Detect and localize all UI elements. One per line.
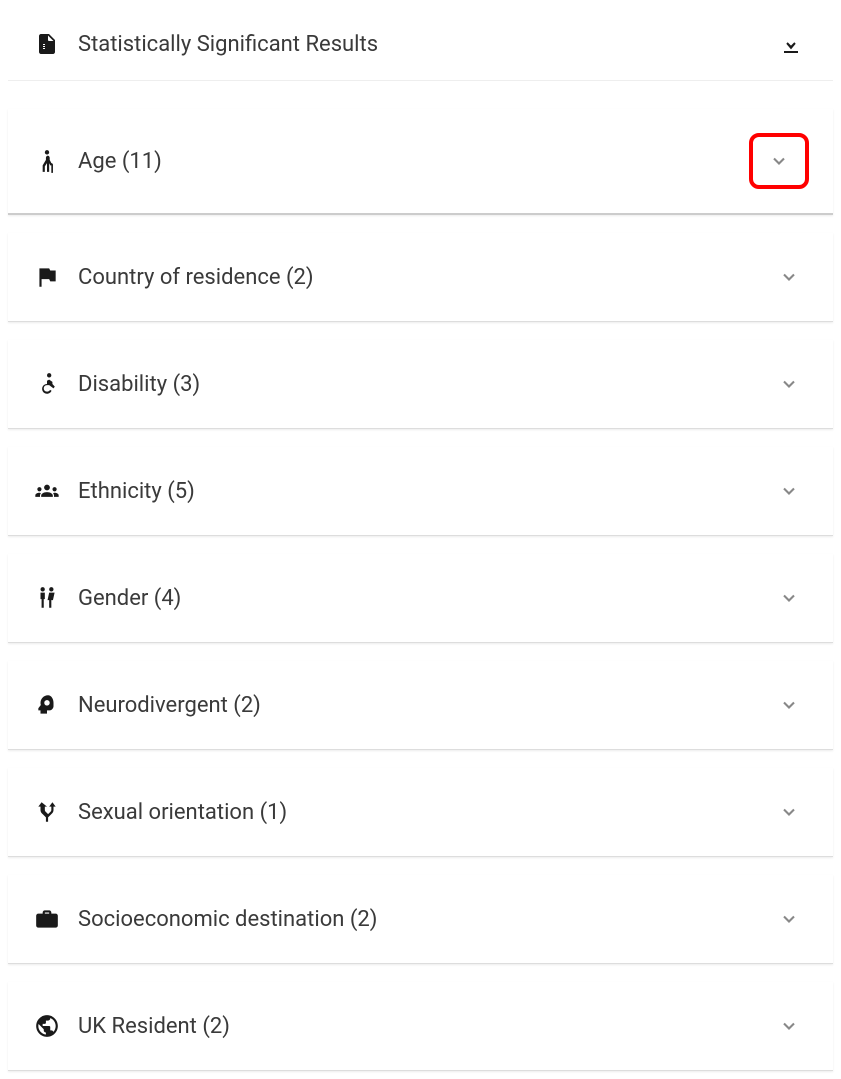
category-label: UK Resident (2) xyxy=(78,1014,769,1039)
category-list: Age (11) Country of residence (2) xyxy=(8,81,833,1071)
category-item-age[interactable]: Age (11) xyxy=(8,109,833,215)
category-label: Socioeconomic destination (2) xyxy=(78,907,769,932)
category-label: Sexual orientation (1) xyxy=(78,800,769,825)
briefcase-icon xyxy=(32,904,62,934)
chevron-down-icon xyxy=(779,695,799,715)
expand-button[interactable] xyxy=(769,364,809,404)
category-label: Country of residence (2) xyxy=(78,265,769,290)
chevron-down-icon xyxy=(779,374,799,394)
expand-button[interactable] xyxy=(749,133,809,189)
flag-icon xyxy=(32,262,62,292)
category-item-neurodivergent[interactable]: Neurodivergent (2) xyxy=(8,661,833,750)
expand-button[interactable] xyxy=(769,899,809,939)
document-icon xyxy=(32,29,62,59)
download-button[interactable] xyxy=(773,26,809,62)
category-item-country[interactable]: Country of residence (2) xyxy=(8,233,833,322)
category-label: Ethnicity (5) xyxy=(78,479,769,504)
gender-icon xyxy=(32,583,62,613)
expand-button[interactable] xyxy=(769,257,809,297)
expand-button[interactable] xyxy=(769,471,809,511)
results-panel: Statistically Significant Results Age (1… xyxy=(0,0,841,1079)
panel-header: Statistically Significant Results xyxy=(8,8,833,81)
expand-button[interactable] xyxy=(769,578,809,618)
category-item-sexual-orientation[interactable]: Sexual orientation (1) xyxy=(8,768,833,857)
category-label: Age (11) xyxy=(78,149,749,174)
download-icon xyxy=(779,32,803,56)
category-label: Neurodivergent (2) xyxy=(78,693,769,718)
panel-title: Statistically Significant Results xyxy=(78,32,773,57)
expand-button[interactable] xyxy=(769,1006,809,1046)
category-item-disability[interactable]: Disability (3) xyxy=(8,340,833,429)
accessibility-icon xyxy=(32,369,62,399)
category-item-gender[interactable]: Gender (4) xyxy=(8,554,833,643)
globe-icon xyxy=(32,1011,62,1041)
expand-button[interactable] xyxy=(769,685,809,725)
category-item-ethnicity[interactable]: Ethnicity (5) xyxy=(8,447,833,536)
elderly-icon xyxy=(32,146,62,176)
category-label: Disability (3) xyxy=(78,372,769,397)
chevron-down-icon xyxy=(779,909,799,929)
category-item-socioeconomic[interactable]: Socioeconomic destination (2) xyxy=(8,875,833,964)
chevron-down-icon xyxy=(779,1016,799,1036)
groups-icon xyxy=(32,476,62,506)
expand-button[interactable] xyxy=(769,792,809,832)
category-item-uk-resident[interactable]: UK Resident (2) xyxy=(8,982,833,1071)
category-label: Gender (4) xyxy=(78,586,769,611)
chevron-down-icon xyxy=(779,481,799,501)
psychology-icon xyxy=(32,690,62,720)
chevron-down-icon xyxy=(779,267,799,287)
chevron-down-icon xyxy=(779,802,799,822)
fork-icon xyxy=(32,797,62,827)
chevron-down-icon xyxy=(769,151,789,171)
chevron-down-icon xyxy=(779,588,799,608)
